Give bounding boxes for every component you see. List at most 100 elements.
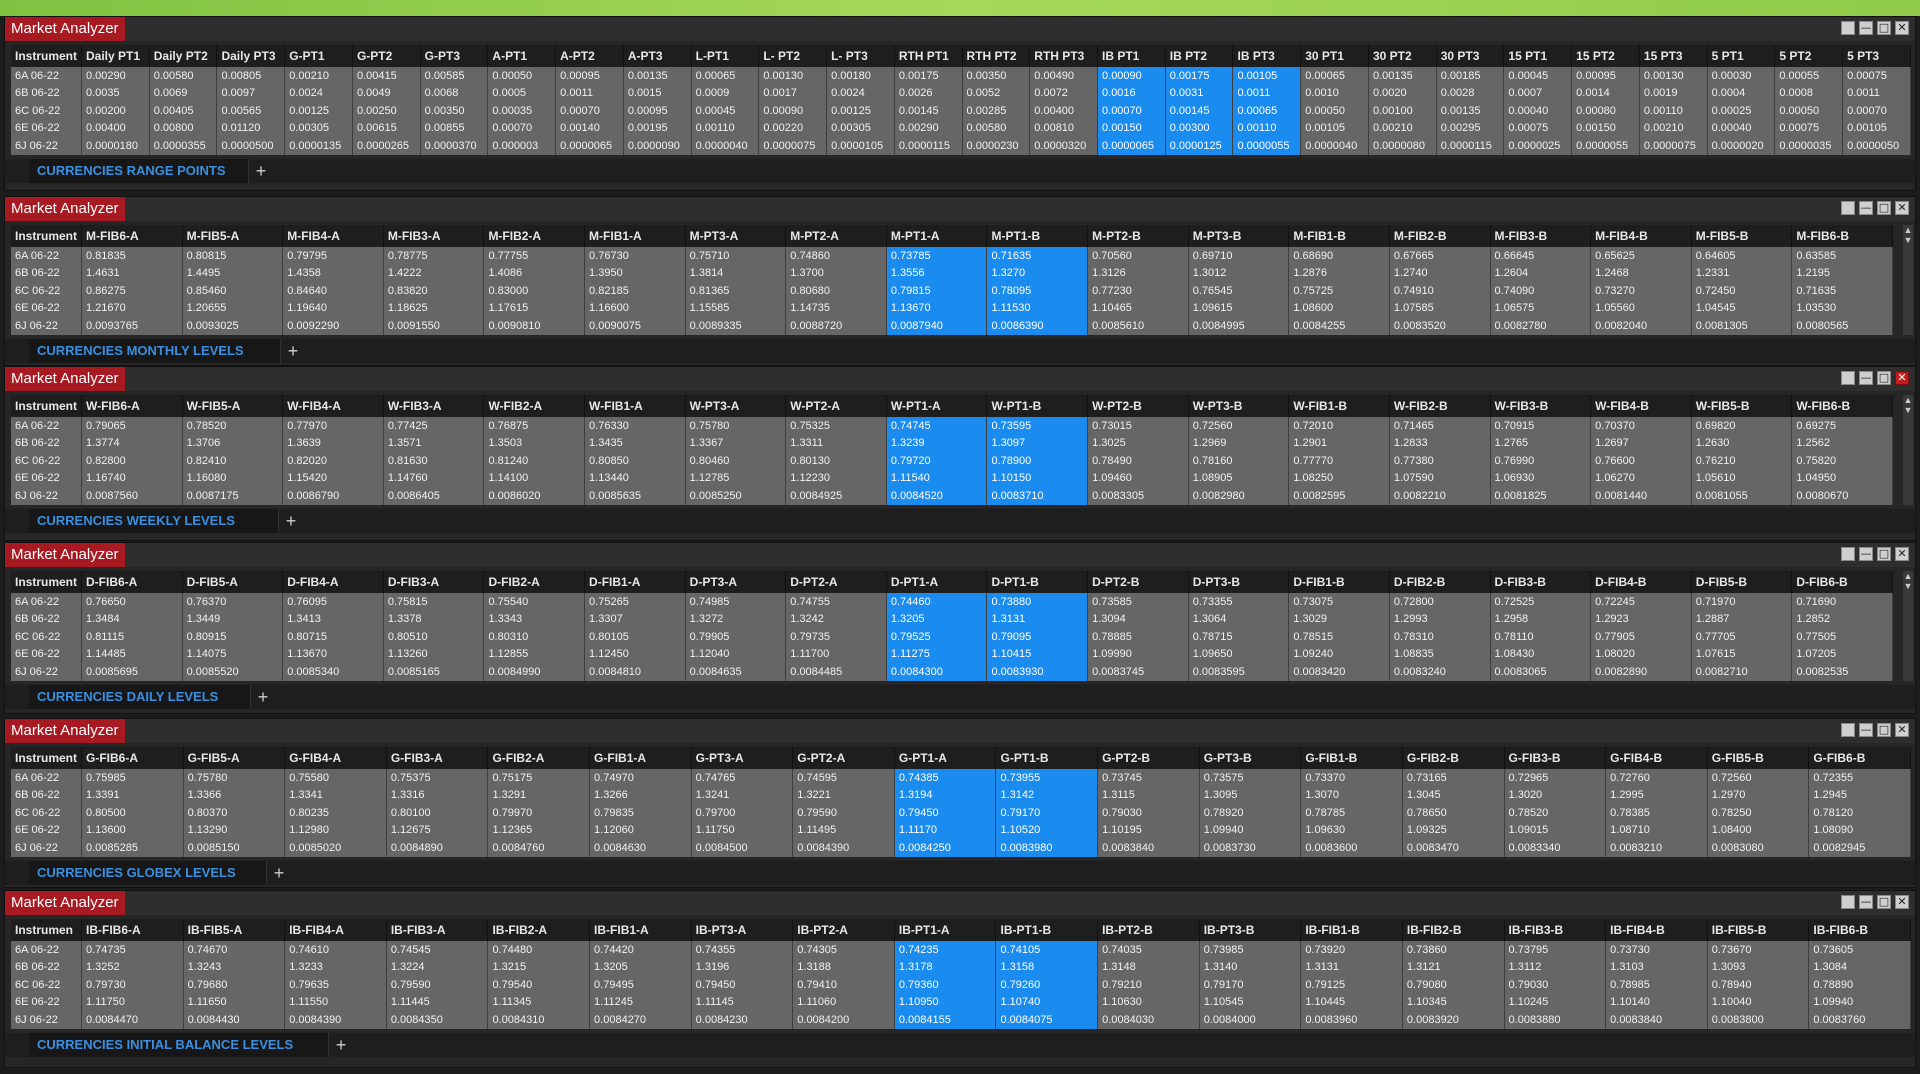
column-header[interactable]: G-FIB4-B	[1605, 747, 1708, 769]
column-header[interactable]: G-FIB2-B	[1402, 747, 1505, 769]
value-cell[interactable]: 0.76650	[81, 593, 183, 611]
column-header[interactable]: M-PT3-A	[685, 225, 787, 247]
column-header[interactable]: L-PT1	[691, 45, 760, 67]
instrument-cell[interactable]: 6B 06-22	[11, 958, 82, 976]
column-header[interactable]: IB-FIB2-A	[487, 919, 591, 941]
value-cell[interactable]: 1.2852	[1791, 610, 1893, 628]
value-cell[interactable]: 0.0017	[758, 84, 828, 102]
value-cell[interactable]: 1.3025	[1087, 434, 1189, 452]
scroll-up-icon[interactable]: ▲	[1903, 571, 1913, 581]
value-cell[interactable]: 1.3070	[1300, 786, 1403, 804]
value-cell[interactable]: 0.70915	[1490, 417, 1592, 435]
value-cell[interactable]: 0.0019	[1639, 84, 1708, 102]
maximize-icon[interactable]: □	[1877, 547, 1891, 561]
value-cell[interactable]: 0.00130	[758, 67, 828, 85]
value-cell[interactable]: 0.0085250	[685, 487, 787, 505]
column-header[interactable]: G-PT2	[352, 45, 421, 67]
column-header[interactable]: W-FIB3-B	[1490, 395, 1592, 417]
instrument-cell[interactable]: 6E 06-22	[11, 993, 82, 1011]
value-cell[interactable]: 0.80310	[483, 628, 586, 646]
value-cell[interactable]: 0.00125	[826, 102, 895, 120]
value-cell[interactable]: 0.0000125	[1165, 137, 1234, 155]
value-cell[interactable]: 0.00175	[894, 67, 963, 85]
value-cell[interactable]: 1.3095	[1199, 786, 1302, 804]
value-cell[interactable]: 0.0084990	[483, 663, 586, 681]
value-cell[interactable]: 0.0084925	[785, 487, 887, 505]
table-row[interactable]: 6B 06-22 1.3484 1.3449 1.3413 1.3378 1.3343 1.…	[11, 610, 1893, 628]
value-cell[interactable]: 1.3205	[886, 610, 988, 628]
value-cell[interactable]: 1.10415	[986, 645, 1089, 663]
value-cell[interactable]: 0.00130	[1639, 67, 1708, 85]
value-cell[interactable]: 0.0000035	[1774, 137, 1844, 155]
value-cell[interactable]: 1.3194	[894, 786, 997, 804]
grid-scrollbar[interactable]: ▲ ▼	[1903, 395, 1913, 505]
value-cell[interactable]: 0.00075	[1842, 67, 1911, 85]
value-cell[interactable]: 0.79080	[1402, 976, 1505, 994]
value-cell[interactable]: 0.0086390	[986, 317, 1089, 335]
value-cell[interactable]: 0.0011	[555, 84, 624, 102]
value-cell[interactable]: 0.0026	[894, 84, 963, 102]
value-cell[interactable]: 1.3093	[1707, 958, 1810, 976]
value-cell[interactable]: 0.0000135	[284, 137, 353, 155]
value-cell[interactable]: 0.0087175	[182, 487, 284, 505]
value-cell[interactable]: 1.3449	[182, 610, 284, 628]
value-cell[interactable]: 1.11700	[785, 645, 887, 663]
table-row[interactable]: 6A 06-22 0.74735 0.74670 0.74610 0.74545 0.74…	[11, 941, 1911, 959]
value-cell[interactable]: 1.15585	[685, 299, 787, 317]
value-cell[interactable]: 0.72760	[1605, 769, 1708, 787]
table-row[interactable]: 6B 06-22 1.3774 1.3706 1.3639 1.3571 1.3503 1.…	[11, 434, 1893, 452]
value-cell[interactable]: 1.2945	[1808, 786, 1911, 804]
value-cell[interactable]: 0.00070	[1097, 102, 1166, 120]
value-cell[interactable]: 0.76210	[1691, 452, 1793, 470]
value-cell[interactable]: 0.73575	[1199, 769, 1302, 787]
value-cell[interactable]: 1.3029	[1288, 610, 1390, 628]
table-row[interactable]: 6C 06-22 0.79730 0.79680 0.79635 0.79590 0.79…	[11, 976, 1911, 994]
value-cell[interactable]: 0.0082040	[1590, 317, 1692, 335]
value-cell[interactable]: 0.0083930	[986, 663, 1089, 681]
value-cell[interactable]: 0.79525	[886, 628, 988, 646]
value-cell[interactable]: 0.00400	[1029, 102, 1099, 120]
value-cell[interactable]: 0.73860	[1402, 941, 1505, 959]
column-header[interactable]: M-PT1-B	[986, 225, 1089, 247]
value-cell[interactable]: 1.3270	[986, 264, 1089, 282]
value-cell[interactable]: 0.0083600	[1300, 839, 1403, 857]
value-cell[interactable]: 0.0000115	[1436, 137, 1505, 155]
value-cell[interactable]: 0.78890	[1808, 976, 1911, 994]
value-cell[interactable]: 1.3131	[1300, 958, 1403, 976]
maximize-icon[interactable]: □	[1877, 371, 1891, 385]
add-tab-icon[interactable]: +	[331, 1033, 351, 1057]
value-cell[interactable]: 0.0011	[1842, 84, 1911, 102]
value-cell[interactable]: 1.11345	[487, 993, 591, 1011]
column-header[interactable]: L- PT2	[758, 45, 828, 67]
value-cell[interactable]: 0.75540	[483, 593, 586, 611]
value-cell[interactable]: 0.0000075	[758, 137, 828, 155]
value-cell[interactable]: 0.0000115	[894, 137, 963, 155]
value-cell[interactable]: 1.3367	[685, 434, 787, 452]
value-cell[interactable]: 1.12230	[785, 469, 887, 487]
value-cell[interactable]: 0.00350	[962, 67, 1031, 85]
table-row[interactable]: 6E 06-22 1.16740 1.16080 1.15420 1.14760 1.14…	[11, 469, 1893, 487]
value-cell[interactable]: 0.74420	[589, 941, 692, 959]
value-cell[interactable]: 0.0014	[1571, 84, 1640, 102]
column-header[interactable]: D-FIB5-B	[1691, 571, 1793, 593]
value-cell[interactable]: 0.81630	[383, 452, 485, 470]
instrument-cell[interactable]: 6J 06-22	[11, 137, 82, 155]
value-cell[interactable]: 0.0004	[1707, 84, 1776, 102]
close-icon[interactable]: ✕	[1895, 201, 1909, 215]
column-header[interactable]: W-FIB3-A	[383, 395, 485, 417]
value-cell[interactable]: 0.69820	[1691, 417, 1793, 435]
value-cell[interactable]: 1.3103	[1605, 958, 1708, 976]
instrument-cell[interactable]: 6A 06-22	[11, 593, 82, 611]
value-cell[interactable]: 1.11495	[792, 821, 895, 839]
value-cell[interactable]: 0.0083840	[1097, 839, 1200, 857]
value-cell[interactable]: 0.00585	[420, 67, 489, 85]
column-header[interactable]: G-FIB4-A	[284, 747, 387, 769]
column-header[interactable]: G-FIB1-B	[1300, 747, 1403, 769]
column-header[interactable]: Instrument	[11, 395, 82, 417]
value-cell[interactable]: 0.00180	[826, 67, 895, 85]
table-row[interactable]: 6J 06-22 0.0085285 0.0085150 0.0085020 0.008…	[11, 839, 1911, 857]
value-cell[interactable]: 0.0093765	[81, 317, 183, 335]
column-header[interactable]: Daily PT3	[216, 45, 286, 67]
value-cell[interactable]: 0.00065	[691, 67, 760, 85]
value-cell[interactable]: 0.72965	[1504, 769, 1607, 787]
